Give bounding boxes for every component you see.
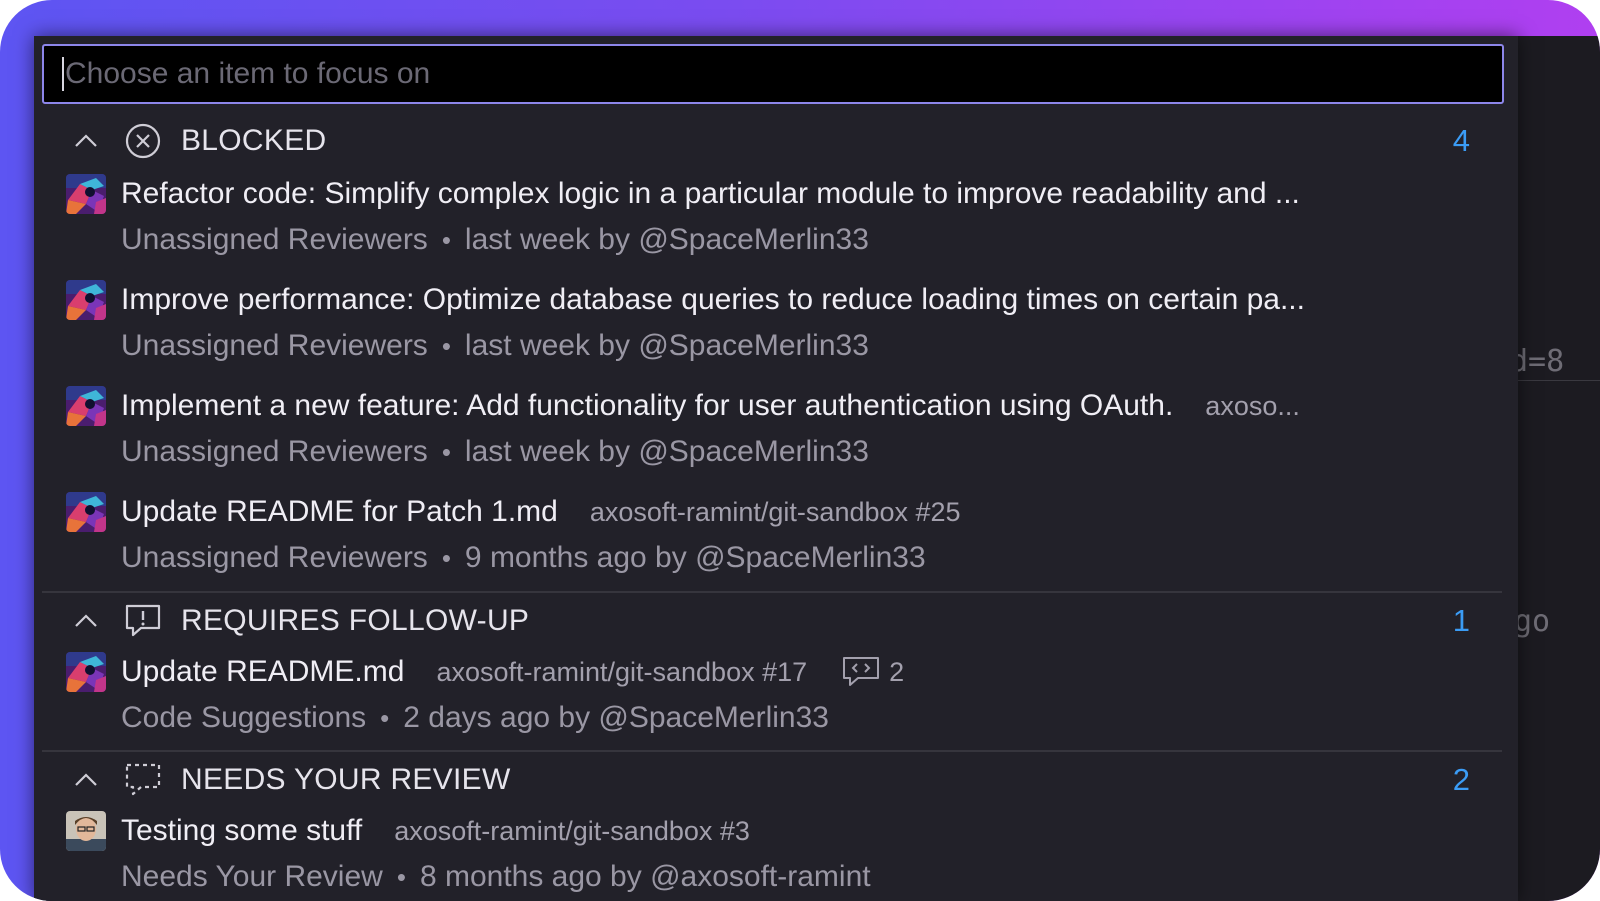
separator-dot: • [441, 436, 451, 467]
chevron-up-icon[interactable] [72, 766, 100, 794]
section-header-blocked[interactable]: BLOCKED 4 [34, 113, 1518, 169]
item-time: 9 months ago by @SpaceMerlin33 [464, 541, 926, 574]
section-title: NEEDS YOUR REVIEW [181, 763, 511, 796]
item-title: Implement a new feature: Add functionali… [121, 389, 1174, 422]
section-header-requires-follow-up[interactable]: REQUIRES FOLLOW-UP 1 [34, 593, 1518, 649]
item-title: Update README for Patch 1.md [121, 495, 558, 528]
item-time: last week by @SpaceMerlin33 [464, 223, 869, 256]
separator-dot: • [380, 702, 390, 733]
code-underline [1514, 380, 1600, 381]
item-repo: axosoft-ramint/git-sandbox #25 [589, 496, 961, 527]
code-fragment: go [1514, 604, 1551, 639]
item-status: Unassigned Reviewers [121, 435, 428, 468]
focus-quick-pick: BLOCKED 4 Refactor code: Simplify comple… [34, 36, 1518, 901]
comment-alert-icon [125, 604, 161, 637]
list-item[interactable]: Implement a new feature: Add functionali… [34, 384, 1518, 484]
comment-badge: 2 [841, 655, 904, 689]
item-repo: axosoft-ramint/git-sandbox #3 [394, 815, 750, 846]
separator-dot: • [441, 330, 451, 361]
section-title: REQUIRES FOLLOW-UP [181, 604, 530, 637]
item-status: Needs Your Review [121, 860, 383, 893]
item-status: Unassigned Reviewers [121, 329, 428, 362]
chevron-up-icon[interactable] [72, 607, 100, 635]
item-time: 2 days ago by @SpaceMerlin33 [403, 701, 829, 734]
list-item[interactable]: Improve performance: Optimize database q… [34, 278, 1518, 378]
section-count: 2 [1452, 762, 1470, 797]
section-title: BLOCKED [181, 124, 327, 157]
list-item[interactable]: Update README for Patch 1.md axosoft-ram… [34, 490, 1518, 590]
separator-dot: • [396, 861, 406, 892]
item-title: Refactor code: Simplify complex logic in… [121, 177, 1300, 210]
avatar [66, 492, 106, 532]
comment-count: 2 [889, 656, 905, 687]
code-fragment: d=8 [1510, 344, 1565, 379]
item-status: Unassigned Reviewers [121, 541, 428, 574]
search-box[interactable] [42, 44, 1504, 104]
section-count: 1 [1452, 603, 1470, 638]
item-status: Unassigned Reviewers [121, 223, 428, 256]
section-count: 4 [1452, 123, 1470, 158]
avatar [66, 652, 106, 692]
avatar [66, 386, 106, 426]
circle-x-icon [125, 123, 161, 159]
avatar [66, 174, 106, 214]
avatar [66, 280, 106, 320]
list-item[interactable]: Update README.md axosoft-ramint/git-sand… [34, 650, 1518, 750]
item-time: last week by @SpaceMerlin33 [464, 329, 869, 362]
window-frame: d=8 go BLOCKED 4 Refactor code: Simplif [0, 0, 1600, 901]
separator-dot: • [441, 542, 451, 573]
item-status: Code Suggestions [121, 701, 367, 734]
comment-code-icon [843, 657, 880, 686]
text-caret [62, 57, 64, 91]
chevron-up-icon[interactable] [72, 127, 100, 155]
item-time: last week by @SpaceMerlin33 [464, 435, 869, 468]
item-title: Testing some stuff [121, 814, 363, 847]
comment-dashed-icon [125, 763, 161, 796]
list-item[interactable]: Refactor code: Simplify complex logic in… [34, 172, 1518, 272]
avatar [66, 811, 106, 851]
separator-dot: • [441, 224, 451, 255]
search-input[interactable] [65, 57, 1502, 91]
item-repo: axosoft-ramint/git-sandbox #17 [436, 656, 808, 687]
item-title: Improve performance: Optimize database q… [121, 283, 1305, 316]
item-repo: axoso... [1205, 390, 1300, 421]
item-title: Update README.md [121, 655, 405, 688]
list-item[interactable]: Testing some stuff axosoft-ramint/git-sa… [34, 809, 1518, 901]
item-time: 8 months ago by @axosoft-ramint [419, 860, 871, 893]
section-header-needs-your-review[interactable]: NEEDS YOUR REVIEW 2 [34, 752, 1518, 808]
